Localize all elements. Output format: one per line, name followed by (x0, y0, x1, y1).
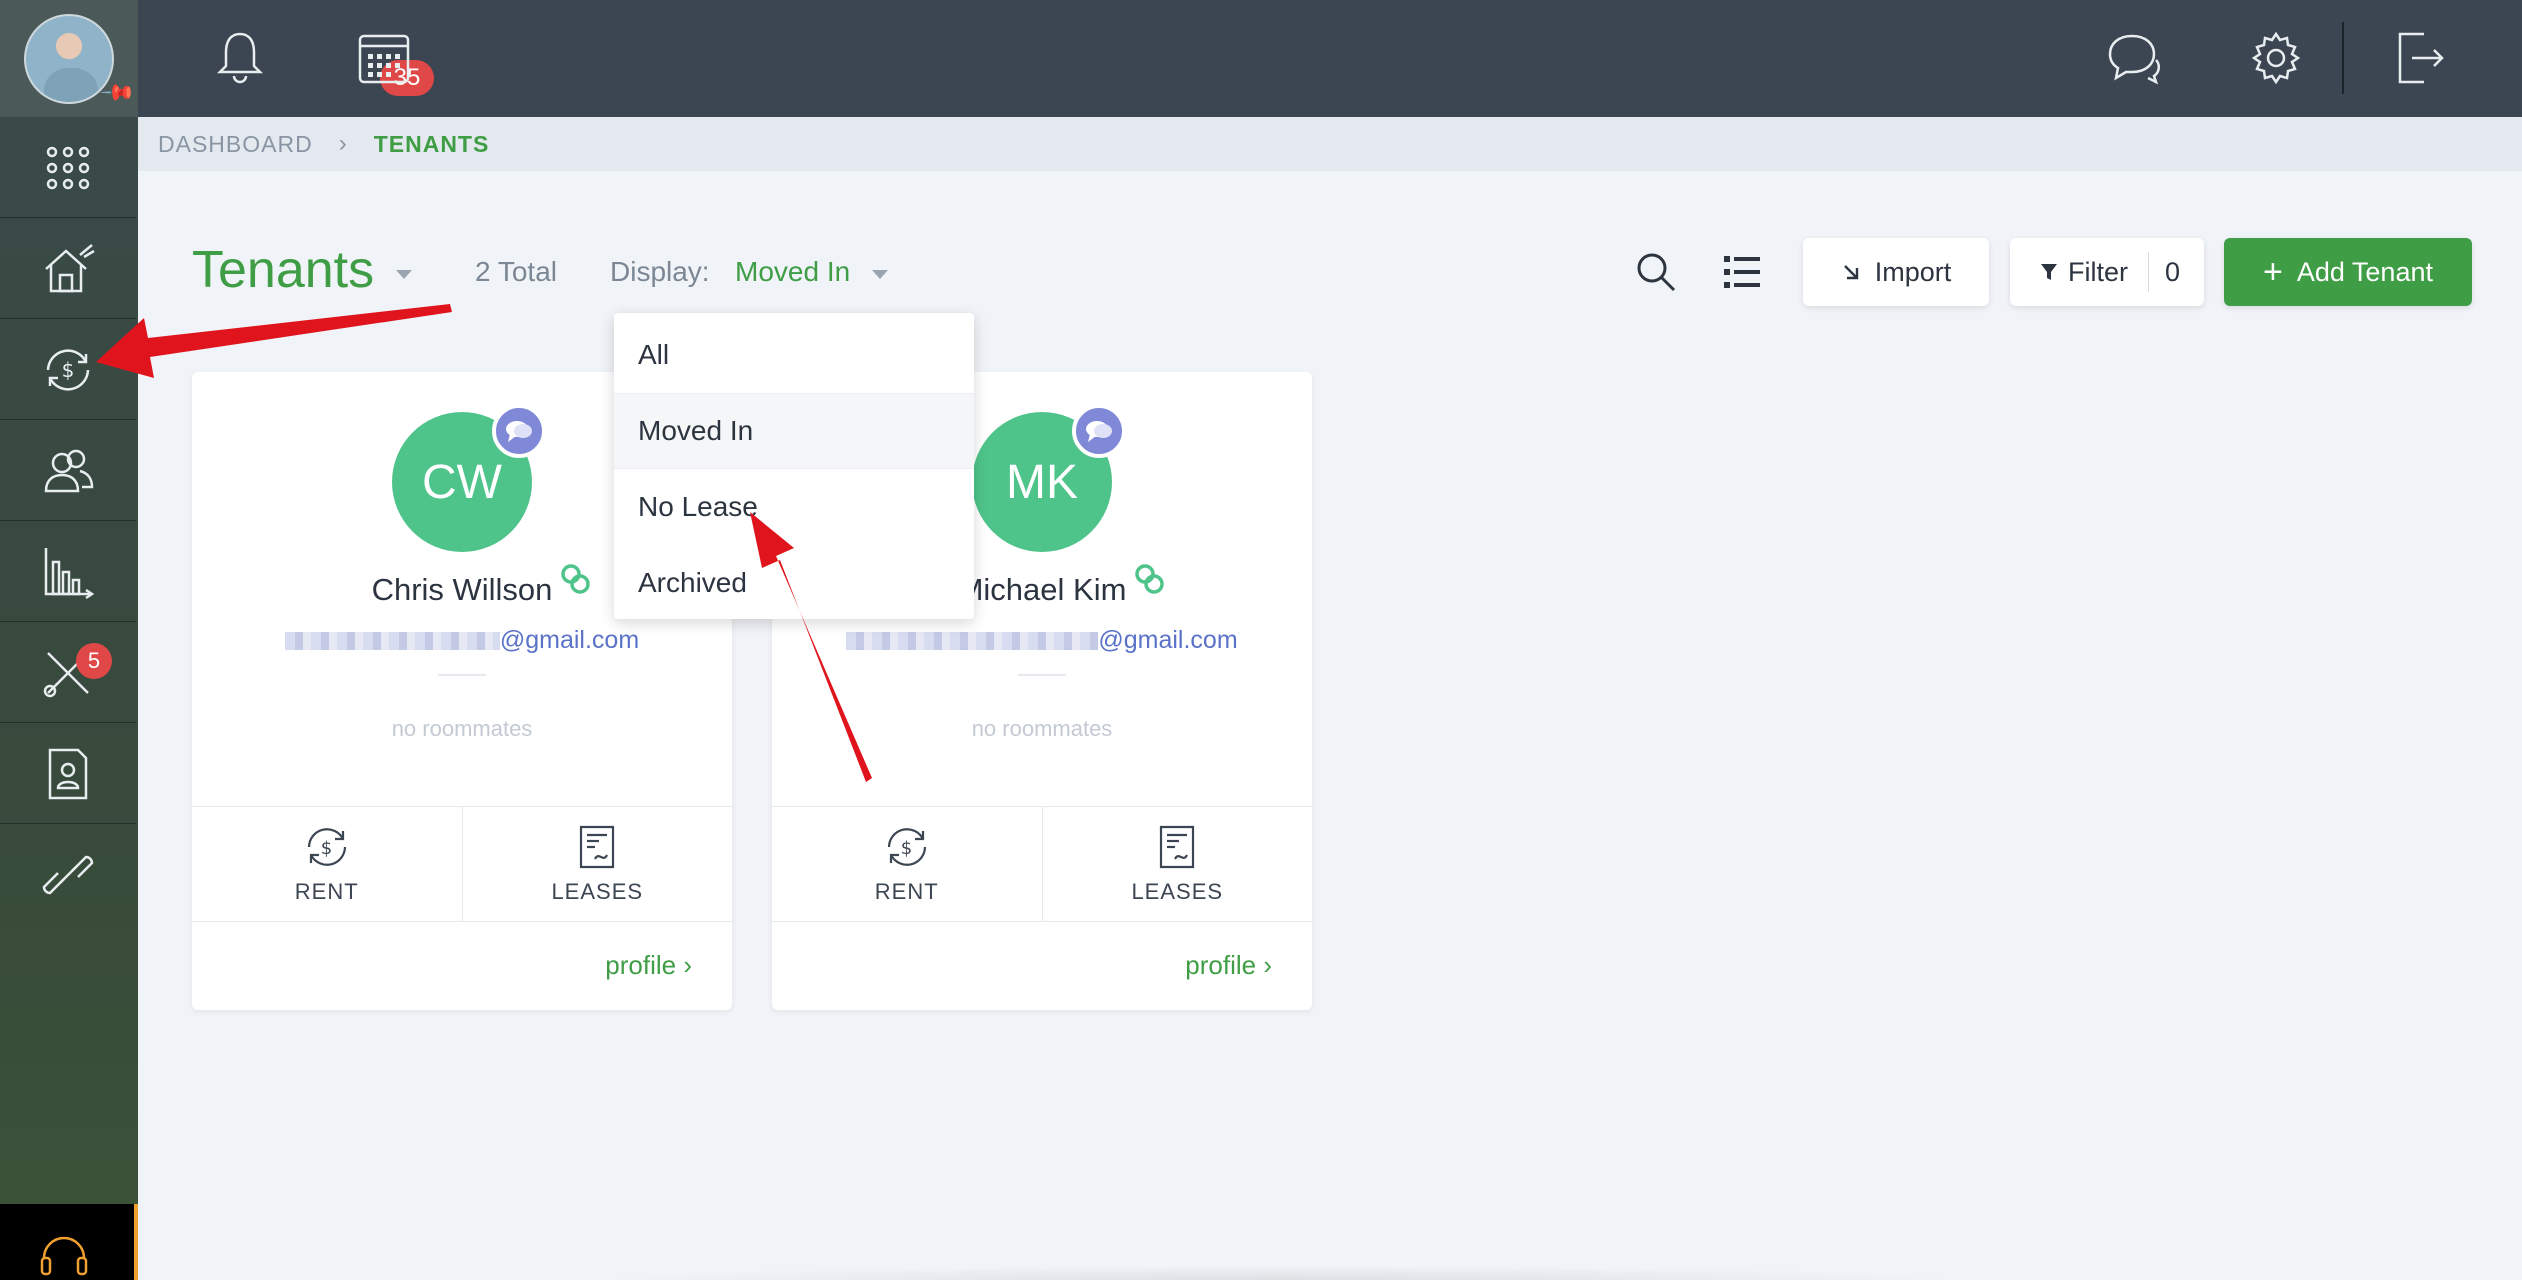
display-select[interactable]: Moved In (735, 256, 850, 288)
rent-payment-icon: $ (887, 828, 926, 866)
email-domain: @gmail.com (499, 626, 640, 654)
rent-label: RENT (874, 879, 939, 904)
title-caret-down-icon[interactable] (396, 270, 412, 279)
chat-bubble-icon[interactable] (492, 404, 546, 458)
breadcrumb-current: TENANTS (373, 130, 490, 157)
connected-link-icon (1135, 564, 1164, 594)
links-chain-icon (42, 855, 94, 895)
svg-text:$: $ (901, 838, 913, 859)
support-accent (134, 1204, 138, 1280)
maintenance-badge: 5 (76, 643, 112, 679)
connected-link-icon (561, 564, 590, 594)
leases-action[interactable]: LEASES (461, 807, 733, 921)
dropdown-option-no-lease[interactable]: No Lease (614, 469, 974, 545)
bell-icon[interactable] (210, 28, 270, 88)
gear-icon[interactable] (2246, 28, 2306, 88)
roommates-text: no roommates (391, 716, 533, 741)
sidebar: 📌 $ 5 (0, 0, 138, 1280)
display-caret-down-icon[interactable] (872, 270, 888, 279)
import-label: Import (1874, 256, 1952, 287)
profile-link[interactable]: profile › (1185, 950, 1272, 981)
plus-icon: + (2263, 253, 2283, 291)
property-house-icon (45, 243, 95, 292)
filter-label: Filter (2068, 256, 2128, 287)
apps-grid-icon (46, 146, 90, 189)
email-domain: @gmail.com (1098, 626, 1238, 654)
display-dropdown-menu: All Moved In No Lease Archived (614, 313, 974, 619)
top-bar: 35 (138, 0, 2522, 117)
support-headset-icon (40, 1236, 88, 1276)
support-button[interactable] (0, 1204, 134, 1280)
sidebar-item-tenants[interactable] (0, 421, 136, 521)
lease-document-icon (580, 825, 615, 869)
tenant-email[interactable]: @gmail.com (192, 626, 732, 655)
filter-funnel-icon (2041, 264, 2057, 280)
dropdown-option-archived[interactable]: Archived (614, 545, 974, 621)
svg-text:$: $ (62, 358, 75, 382)
leases-action[interactable]: LEASES (1041, 807, 1313, 921)
sidebar-item-links[interactable] (0, 825, 136, 925)
topbar-divider (2342, 22, 2344, 94)
card-divider (438, 674, 486, 676)
leases-label: LEASES (1131, 879, 1224, 904)
page-title[interactable]: Tenants (192, 240, 374, 300)
sidebar-item-maintenance[interactable]: 5 (0, 623, 136, 723)
dropdown-option-all[interactable]: All (614, 317, 974, 393)
chevron-right-icon: › (338, 130, 348, 157)
calendar-icon[interactable] (354, 28, 414, 88)
logout-icon[interactable] (2390, 28, 2450, 88)
bottom-shadow (590, 1266, 1970, 1280)
rent-payment-icon: $ (46, 348, 90, 391)
sidebar-item-apps[interactable] (0, 118, 136, 218)
redacted-email-user (846, 632, 1099, 651)
rent-label: RENT (294, 879, 359, 904)
card-actions: $ RENT LEASES (192, 806, 732, 922)
card-actions: $ RENT LEASES (772, 806, 1312, 922)
rent-action[interactable]: $ RENT (772, 807, 1042, 921)
leases-label: LEASES (551, 879, 644, 904)
breadcrumb-dashboard[interactable]: DASHBOARD (158, 131, 313, 158)
import-arrow-icon (1843, 265, 1858, 280)
tenants-people-icon (44, 449, 94, 492)
filter-count: 0 (2165, 256, 2181, 287)
filter-button[interactable]: Filter 0 (2010, 238, 2204, 306)
add-tenant-button[interactable]: + Add Tenant (2224, 238, 2472, 306)
lease-document-icon (1160, 825, 1195, 869)
tenant-email[interactable]: @gmail.com (772, 626, 1312, 655)
leases-document-icon (48, 748, 88, 799)
display-label: Display: (610, 256, 710, 287)
search-icon[interactable] (1632, 248, 1680, 296)
sidebar-item-rent[interactable]: $ (0, 320, 136, 420)
sidebar-item-properties[interactable] (0, 219, 136, 319)
rent-action[interactable]: $ RENT (192, 807, 462, 921)
roommates-text: no roommates (971, 716, 1113, 741)
filter-divider (2148, 252, 2149, 292)
user-avatar-area[interactable]: 📌 (0, 0, 138, 117)
import-button[interactable]: Import (1803, 238, 1989, 306)
svg-text:$: $ (321, 838, 333, 859)
card-divider (1018, 674, 1066, 676)
dropdown-option-moved-in[interactable]: Moved In (614, 393, 974, 469)
breadcrumb: DASHBOARD › TENANTS (138, 117, 2522, 171)
sidebar-item-leases[interactable] (0, 724, 136, 824)
sidebar-item-reports[interactable] (0, 522, 136, 622)
list-view-icon[interactable] (1718, 248, 1766, 296)
total-count: 2 Total (475, 256, 557, 287)
add-tenant-label: Add Tenant (2296, 256, 2433, 287)
arrow-to-rent-nav (96, 304, 452, 378)
rent-payment-icon: $ (307, 828, 346, 866)
chat-bubble-icon[interactable] (1072, 404, 1126, 458)
redacted-email-user (284, 632, 500, 651)
reports-chart-icon (44, 547, 95, 599)
chat-icon[interactable] (2104, 28, 2164, 88)
profile-link[interactable]: profile › (605, 950, 692, 981)
